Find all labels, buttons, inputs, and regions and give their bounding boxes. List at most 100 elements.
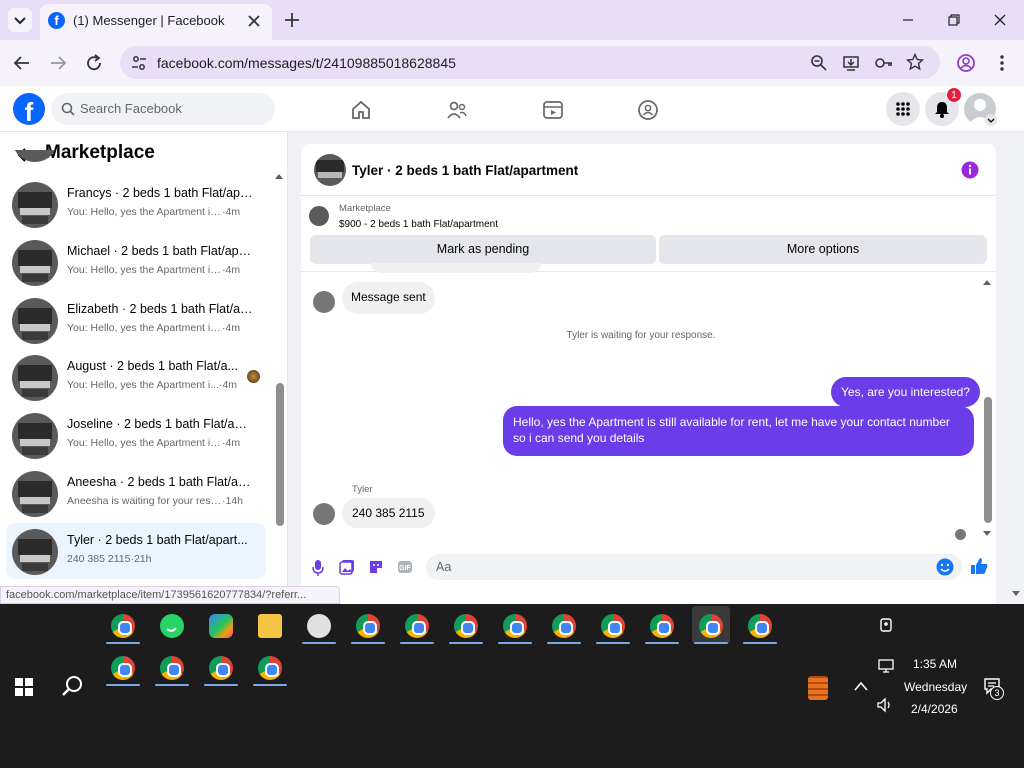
mark-as-pending-button[interactable]: Mark as pending [310,235,656,264]
menu-grid-button[interactable] [886,92,920,126]
tab-search-button[interactable] [8,8,32,32]
password-key-icon[interactable] [874,54,894,72]
install-app-icon[interactable] [842,54,860,72]
listing-thumbnail[interactable] [309,206,329,226]
taskbar-chrome-window[interactable] [594,606,632,644]
conversation-avatar [12,355,58,401]
chat-scrollbar-thumb[interactable] [984,397,992,523]
network-icon[interactable] [877,658,895,674]
back-arrow-icon[interactable] [12,53,32,73]
chrome-icon [209,656,233,680]
close-window-icon[interactable] [992,12,1008,28]
address-bar[interactable]: facebook.com/messages/t/2410988501862884… [120,46,940,79]
taskbar-chrome-window[interactable] [545,606,583,644]
conversation-snippet: You: Hello, yes the Apartment is st... [67,264,222,276]
taskbar-app[interactable] [300,606,338,644]
conversation-item[interactable]: Tyler · 2 beds 1 bath Flat/apart... 240 3… [6,523,266,579]
new-tab-plus-icon[interactable] [282,10,302,30]
browser-tab-active[interactable]: f (1) Messenger | Facebook [40,4,272,40]
meet-now-icon[interactable] [877,616,895,634]
listing-detail[interactable]: $900 - 2 beds 1 bath Flat/apartment [339,219,498,230]
conversation-item[interactable]: Francys · 2 beds 1 bath Flat/apa... You: … [6,176,266,232]
site-settings-icon[interactable] [130,54,148,72]
taskbar-chrome-window[interactable] [447,606,485,644]
conversation-name: Tyler · 2 beds 1 bath Flat/apart... [67,533,248,547]
conversation-time: ·4m [222,322,241,334]
search-icon[interactable] [61,675,83,697]
read-receipt-avatar [955,529,966,540]
browser-menu-icon[interactable] [992,53,1012,73]
message-bubble: Message sent [342,282,435,314]
home-icon[interactable] [349,98,373,122]
friends-icon[interactable] [445,98,469,122]
taskbar-chrome-window[interactable] [104,648,142,686]
sticker-icon[interactable] [368,559,384,575]
taskbar-chrome-window[interactable] [643,606,681,644]
profile-icon[interactable] [956,53,976,73]
taskbar-chrome-window[interactable] [741,606,779,644]
taskbar-chrome-window[interactable] [496,606,534,644]
tyler-avatar[interactable] [313,503,335,525]
taskbar-whatsapp[interactable] [153,606,191,644]
tyler-avatar[interactable] [313,291,335,313]
chrome-icon [454,614,478,638]
clock-day[interactable]: Wednesday [904,680,967,694]
page-scroll-down-icon[interactable] [1011,590,1021,598]
notifications-button[interactable]: 1 [925,87,962,126]
chat-scroll-up-icon[interactable] [982,278,992,286]
restore-window-icon[interactable] [946,12,962,28]
info-icon[interactable] [961,161,979,179]
video-icon[interactable] [541,98,565,122]
facebook-search-input[interactable]: Search Facebook [51,93,275,125]
microphone-icon[interactable] [311,559,325,577]
chat-scroll-down-icon[interactable] [982,530,992,538]
notification-center-badge: 3 [990,686,1004,700]
taskbar-chrome-window[interactable] [398,606,436,644]
taskbar-chrome-window[interactable] [251,648,289,686]
taskbar-chrome-window-active[interactable] [692,606,730,644]
zoom-icon[interactable] [810,54,828,72]
thumbs-up-icon[interactable] [970,557,988,575]
facebook-logo-icon[interactable]: f [13,93,45,125]
taskbar-copilot[interactable] [202,606,240,644]
clock-date[interactable]: 2/4/2026 [911,702,958,716]
conversation-item[interactable]: Joseline · 2 beds 1 bath Flat/apa... You:… [6,407,266,463]
minimize-window-icon[interactable] [900,12,916,28]
volume-icon[interactable] [876,697,894,713]
taskbar-chrome-window[interactable] [349,606,387,644]
account-chevron-icon[interactable] [985,114,997,126]
bookmark-star-icon[interactable] [906,53,924,71]
taskbar-chrome-window[interactable] [153,648,191,686]
chrome-icon [748,614,772,638]
taskbar-chrome-window[interactable] [104,606,142,644]
gif-icon[interactable]: GIF [397,559,413,575]
widget-app-icon[interactable] [808,676,828,700]
show-hidden-icons-chevron-icon[interactable] [853,680,869,692]
chat-header-avatar[interactable] [314,154,346,186]
reload-icon[interactable] [84,53,104,73]
close-tab-icon[interactable] [246,13,262,29]
taskbar-file-explorer[interactable] [251,606,289,644]
listing-label: Marketplace [339,203,391,214]
taskbar-chrome-window[interactable] [202,648,240,686]
conversation-item[interactable]: Elizabeth · 2 beds 1 bath Flat/ap... You:… [6,292,266,348]
photo-gallery-icon[interactable] [339,559,355,575]
more-options-button[interactable]: More options [659,235,987,264]
chat-title[interactable]: Tyler · 2 beds 1 bath Flat/apartment [352,163,578,178]
groups-icon[interactable] [636,98,660,122]
scroll-up-arrow-icon[interactable] [274,172,284,180]
conversation-item[interactable]: August · 2 beds 1 bath Flat/a... You: Hel… [6,349,266,405]
conversation-item[interactable]: Michael · 2 beds 1 bath Flat/apa... You: … [6,234,266,290]
windows-start-icon[interactable] [15,678,33,696]
conversation-avatar [12,150,58,162]
emoji-icon[interactable] [936,558,954,576]
chrome-icon [160,656,184,680]
clock-time[interactable]: 1:35 AM [913,657,957,671]
conversation-item[interactable]: Aneesha · 2 beds 1 bath Flat/ap... Aneesh… [6,465,266,521]
conversation-snippet-row: You: Hello, yes the Apartment i...·4m [67,379,237,391]
conversation-snippet: You: Hello, yes the Apartment is st... [67,322,222,334]
chrome-icon [699,614,723,638]
sidebar-scrollbar-thumb[interactable] [276,383,284,526]
message-input[interactable]: Aa [426,554,962,580]
forward-arrow-icon[interactable] [48,53,68,73]
